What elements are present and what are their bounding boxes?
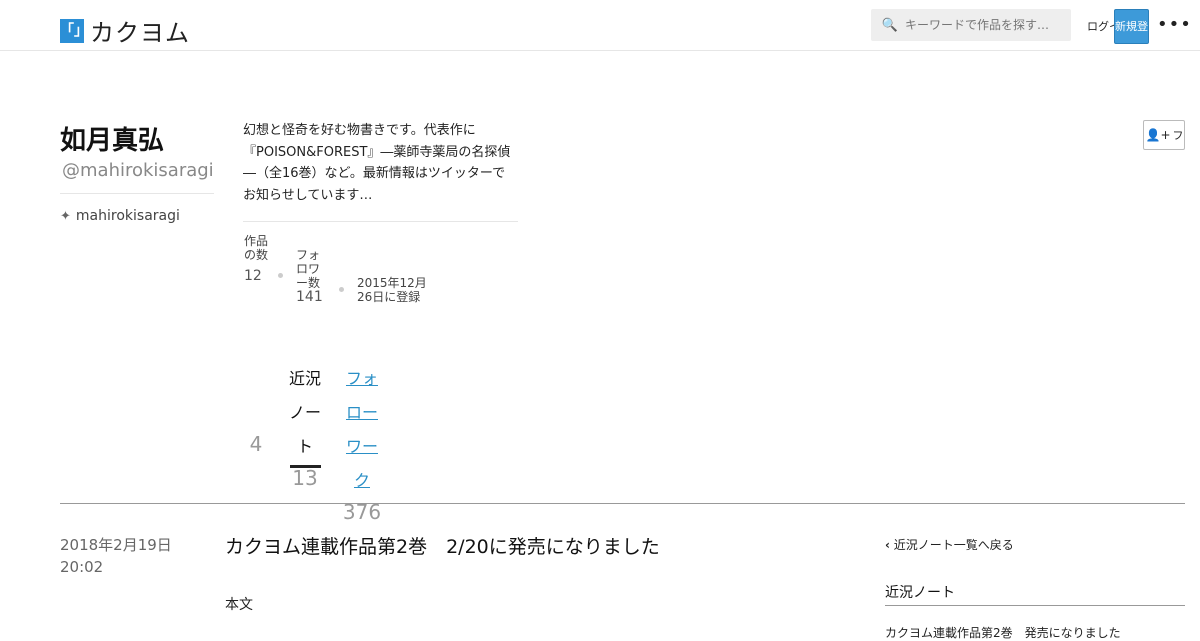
tab-news[interactable]: 近況 ノート 13: [288, 362, 322, 490]
side-list-item[interactable]: カクヨム連載作品第2巻 発売になりました: [885, 624, 1121, 641]
tab-home[interactable]: 4: [246, 362, 266, 456]
separator-dot: [278, 273, 283, 278]
user-introduction: 幻想と怪奇を好む物書きです。代表作に『POISON&FOREST』―薬師寺薬局の…: [243, 123, 511, 203]
tab-following-label: フォロー: [345, 369, 378, 422]
chevron-left-icon: ‹: [885, 538, 890, 552]
stat-joined: 2015年12月26日に登録: [357, 276, 427, 304]
post-date: 2018年2月19日 20:02: [60, 534, 172, 578]
separator-dot: [339, 287, 344, 292]
add-user-icon: 👤+: [1145, 128, 1171, 142]
divider: [885, 605, 1185, 606]
side-heading: 近況ノート: [885, 585, 955, 601]
user-name: 如月真弘: [60, 126, 165, 156]
stat-followers-value: 141: [296, 289, 323, 305]
back-link-label: 近況ノート一覧へ戻る: [893, 538, 1014, 552]
tab-home-label: [246, 362, 266, 430]
divider: [60, 193, 214, 194]
logo-mark-icon: 「」: [60, 18, 88, 43]
tab-news-label-2: ノート: [288, 403, 321, 456]
post-title: カクヨム連載作品第2巻 2/20に発売になりました: [225, 536, 660, 558]
search-icon[interactable]: 🔍: [877, 18, 903, 33]
twitter-icon: ✦: [60, 208, 71, 224]
tab-news-label: 近況: [288, 369, 321, 388]
follow-button[interactable]: 👤+ フォロー: [1143, 120, 1185, 150]
tab-following-label-2: ワーク: [345, 437, 378, 490]
stat-followers-label: フォロワー数: [296, 248, 321, 290]
tab-following[interactable]: フォロー ワーク 376: [342, 362, 382, 524]
back-to-list-link[interactable]: ‹ 近況ノート一覧へ戻る: [885, 536, 1014, 553]
stat-works: 作品の数 12: [244, 234, 268, 283]
active-tab-indicator: [290, 465, 321, 468]
tab-home-count: 4: [249, 432, 263, 456]
twitter-handle: mahirokisaragi: [75, 208, 180, 224]
search-input[interactable]: [903, 17, 1067, 33]
ellipsis-icon[interactable]: •••: [1157, 14, 1192, 35]
divider: [243, 221, 518, 222]
site-logo[interactable]: 「」 カクヨム: [60, 13, 190, 48]
user-id: @mahirokisaragi: [62, 160, 214, 181]
site-header: 「」 カクヨム 🔍 ログイン 新規登録 •••: [0, 0, 1200, 66]
register-button[interactable]: 新規登録: [1114, 9, 1149, 66]
stat-works-label: 作品の数: [244, 234, 269, 262]
search-box[interactable]: 🔍: [871, 9, 1071, 41]
post-date-time: 20:02: [60, 558, 104, 576]
post-date-day: 2018年2月19日: [60, 536, 172, 554]
stat-works-value: 12: [244, 268, 262, 284]
logo-text: カクヨム: [90, 19, 190, 47]
follow-label: フォロー: [1172, 129, 1183, 142]
divider: [60, 503, 1185, 504]
tab-news-count: 13: [292, 466, 318, 490]
stat-followers: フォロワー数 141: [296, 248, 326, 304]
twitter-link[interactable]: ✦ mahirokisaragi: [60, 208, 180, 224]
post-body: 本文: [225, 597, 253, 613]
